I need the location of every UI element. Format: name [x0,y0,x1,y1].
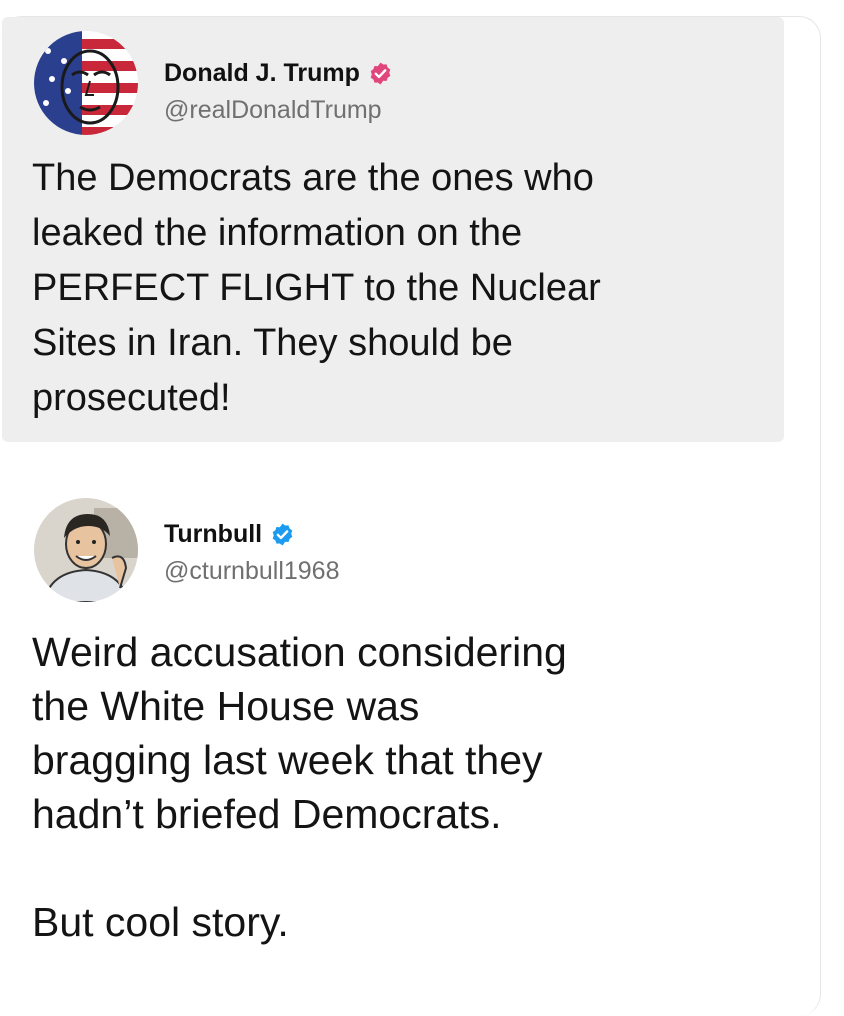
avatar-cartoon-portrait-icon [34,498,138,602]
avatar-flag-portrait-icon [34,31,138,135]
avatar[interactable] [34,31,138,135]
tweet-header: Donald J. Trump @realDonaldTrump [34,31,393,135]
author-handle[interactable]: @cturnbull1968 [164,557,340,586]
verified-badge-icon [370,62,391,85]
reply-tweet[interactable]: Turnbull @cturnbull1968 Weird accusation… [2,470,802,1000]
tweet-header: Turnbull @cturnbull1968 [34,498,340,602]
tweet-text: Weird accusation considering the White H… [32,629,567,945]
author-handle[interactable]: @realDonaldTrump [164,96,393,125]
verified-badge-shape [370,62,391,85]
avatar[interactable] [34,498,138,602]
tweet-author-meta: Donald J. Trump @realDonaldTrump [164,31,393,125]
verified-badge-icon [272,523,293,546]
author-name[interactable]: Turnbull [164,520,262,549]
name-row: Turnbull [164,520,340,549]
tweet-author-meta: Turnbull @cturnbull1968 [164,498,340,586]
author-name[interactable]: Donald J. Trump [164,59,360,88]
tweet-text: The Democrats are the ones who leaked th… [32,157,601,419]
quoted-tweet-card[interactable]: Donald J. Trump @realDonaldTrump The Dem… [2,17,784,442]
name-row: Donald J. Trump [164,59,393,88]
